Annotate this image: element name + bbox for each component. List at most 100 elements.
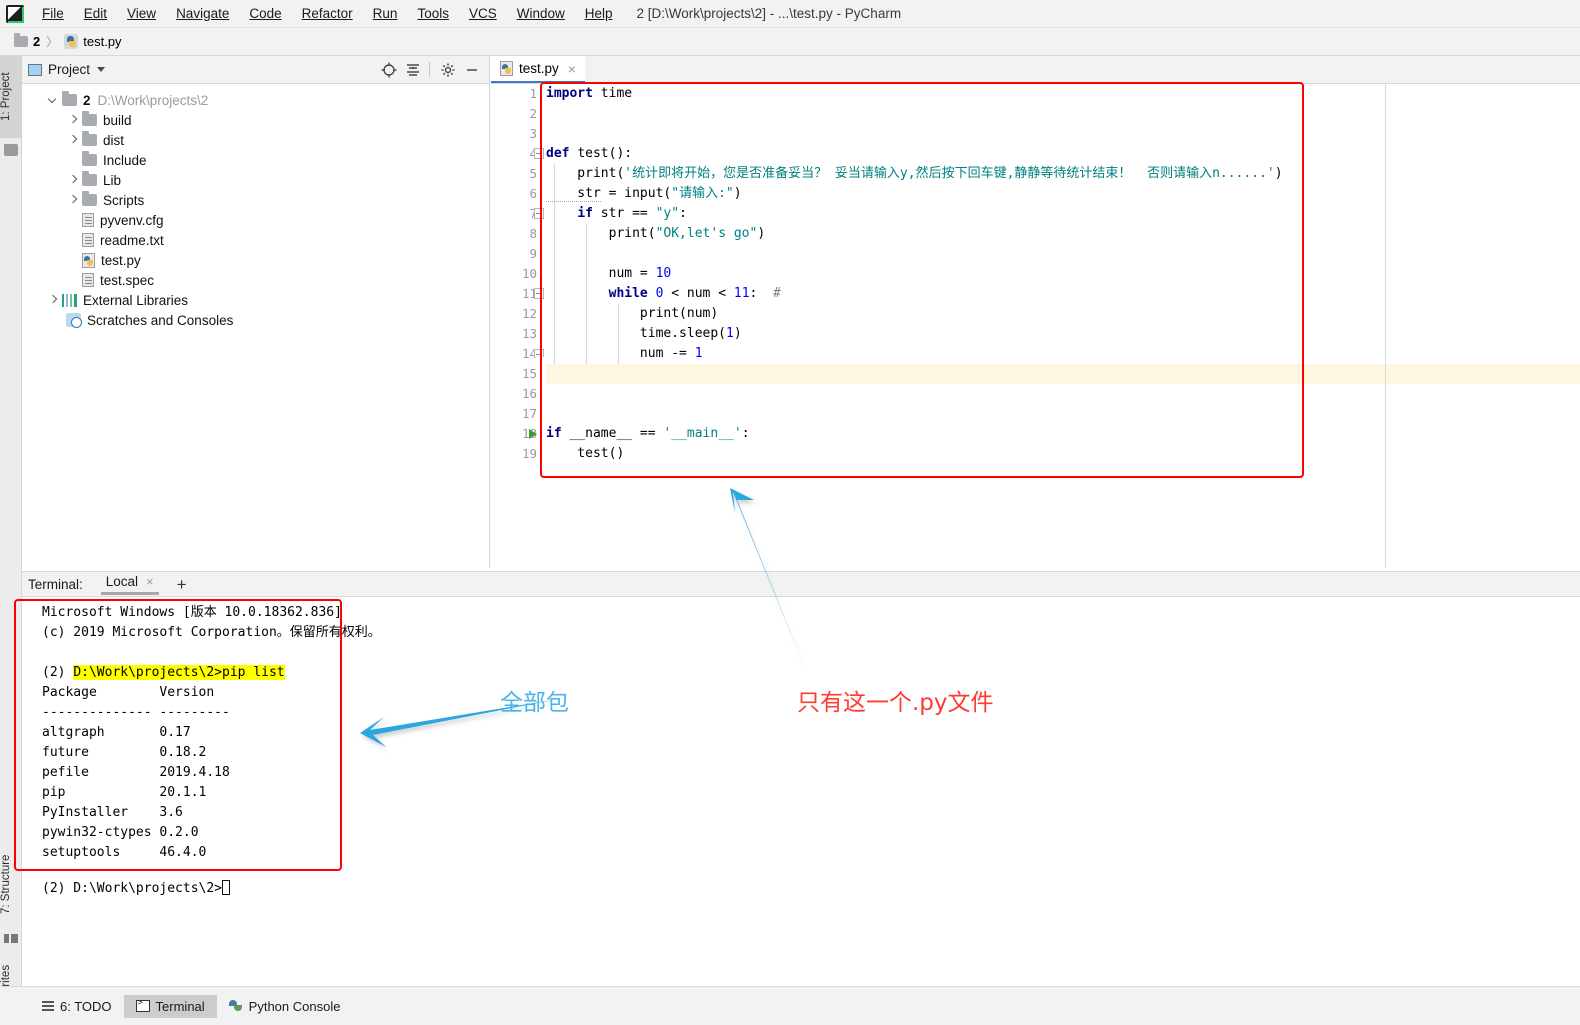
tree-item-pyvenv-cfg[interactable]: pyvenv.cfg <box>22 210 489 230</box>
locate-icon[interactable] <box>378 59 400 81</box>
python-file-icon <box>500 61 513 76</box>
run-gutter-icon[interactable] <box>529 429 537 439</box>
menu-item-vcs[interactable]: VCS <box>459 0 507 28</box>
terminal-caret <box>222 880 231 895</box>
line-number: 5 <box>529 166 537 181</box>
terminal-output[interactable]: Microsoft Windows [版本 10.0.18362.836] (c… <box>22 597 1580 986</box>
line-number: 8 <box>529 226 537 241</box>
tree-item-build[interactable]: build <box>22 110 489 130</box>
project-view-icon <box>28 63 42 76</box>
chevron-right-icon[interactable] <box>66 113 80 127</box>
menu-item-tools[interactable]: Tools <box>407 0 459 28</box>
tree-item-test-py[interactable]: test.py <box>22 250 489 270</box>
status-button-python-console[interactable]: Python Console <box>217 995 353 1018</box>
chevron-right-icon[interactable] <box>46 293 60 307</box>
structure-icon <box>4 934 18 943</box>
tree-item-project-root[interactable]: 2 D:\Work\projects\2 <box>22 90 489 110</box>
tree-item-dist[interactable]: dist <box>22 130 489 150</box>
menu-item-window[interactable]: Window <box>507 0 575 28</box>
window-title: 2 [D:\Work\projects\2] - ...\test.py - P… <box>636 6 902 21</box>
breadcrumb-project[interactable]: 2 <box>33 34 40 49</box>
sidebar-tab-structure[interactable]: 7: Structure <box>0 836 22 932</box>
code-editor[interactable]: 1 2 3 4 5 6 7 8 9 10 11 12 13 14 15 16 1… <box>491 84 1580 568</box>
tree-item-label: readme.txt <box>100 232 164 248</box>
tree-item-readme-txt[interactable]: readme.txt <box>22 230 489 250</box>
minimize-icon[interactable] <box>461 59 483 81</box>
collapse-all-icon[interactable] <box>402 59 424 81</box>
menu-item-refactor[interactable]: Refactor <box>292 0 363 28</box>
status-button-terminal[interactable]: Terminal <box>123 994 217 1018</box>
project-panel-header: Project <box>22 56 489 84</box>
terminal-tab-local[interactable]: Local × <box>100 574 159 595</box>
code-fold-end-icon[interactable] <box>534 349 544 357</box>
tree-item-label: Lib <box>103 172 122 188</box>
menu-item-edit[interactable]: Edit <box>74 0 117 28</box>
new-terminal-button[interactable]: + <box>177 576 187 593</box>
tree-item-test-spec[interactable]: test.spec <box>22 270 489 290</box>
tree-item-scripts[interactable]: Scripts <box>22 190 489 210</box>
project-tree: 2 D:\Work\projects\2 build dist Include <box>22 84 489 330</box>
menu-item-code[interactable]: Code <box>239 0 291 28</box>
chevron-right-icon[interactable] <box>66 133 80 147</box>
tree-item-include[interactable]: Include <box>22 150 489 170</box>
chevron-right-icon[interactable] <box>66 193 80 207</box>
chevron-down-icon[interactable] <box>97 67 106 72</box>
terminal-line: pywin32-ctypes 0.2.0 <box>42 825 199 840</box>
terminal-command-line: (2) D:\Work\projects\2>pip list <box>42 663 285 683</box>
menu-item-navigate[interactable]: Navigate <box>166 0 239 28</box>
code-line-5: print('统计即将开始，您是否准备妥当？ 妥当请输入y,然后按下回车键,静静… <box>546 166 1283 181</box>
sidebar-tab-project[interactable]: 1: Project <box>0 56 22 138</box>
close-icon[interactable]: × <box>146 574 154 589</box>
chevron-right-icon[interactable] <box>66 173 80 187</box>
editor-tab-test-py[interactable]: test.py × <box>491 56 585 83</box>
terminal-line: future 0.18.2 <box>42 745 207 760</box>
tree-item-label: Scripts <box>103 192 145 208</box>
folder-icon <box>82 171 97 186</box>
menu-item-help[interactable]: Help <box>575 0 623 28</box>
line-number: 12 <box>521 306 537 321</box>
menu-item-run-label: Run <box>372 5 398 21</box>
tree-item-label: dist <box>103 132 125 148</box>
document-icon <box>82 213 94 227</box>
tree-item-label: pyvenv.cfg <box>100 212 164 228</box>
status-button-terminal-label: Terminal <box>155 998 205 1014</box>
line-number: 3 <box>529 126 537 141</box>
menu-item-refactor-label: Refactor <box>301 5 353 21</box>
terminal-icon <box>135 998 150 1012</box>
annotation-label-packages: 全部包 <box>500 690 569 716</box>
tree-item-scratches-and-consoles[interactable]: Scratches and Consoles <box>22 310 489 330</box>
no-chevron-icon <box>66 153 80 167</box>
code-line-1: import time <box>546 86 633 101</box>
editor-gutter[interactable]: 1 2 3 4 5 6 7 8 9 10 11 12 13 14 15 16 1… <box>491 84 546 568</box>
breadcrumb-file[interactable]: test.py <box>83 34 121 49</box>
menu-item-window-label: Window <box>516 5 565 21</box>
terminal-line: altgraph 0.17 <box>42 725 191 740</box>
status-bar: 6: TODO Terminal Python Console <box>0 986 1580 1025</box>
menu-item-file-label: File <box>42 5 64 21</box>
menu-bar: File Edit View Navigate Code Refactor Ru… <box>0 0 1580 28</box>
menu-item-file[interactable]: File <box>32 0 74 28</box>
close-icon[interactable]: × <box>568 62 576 76</box>
terminal-line: pip 20.1.1 <box>42 785 207 800</box>
tree-item-external-libraries[interactable]: External Libraries <box>22 290 489 310</box>
chevron-down-icon[interactable] <box>46 93 60 107</box>
status-button-todo[interactable]: 6: TODO <box>30 995 124 1018</box>
code-line-7: if str == "y": <box>577 206 687 221</box>
menu-item-code-label: Code <box>249 5 282 21</box>
tree-item-lib[interactable]: Lib <box>22 170 489 190</box>
code-fold-icon[interactable] <box>534 288 544 299</box>
menu-item-run[interactable]: Run <box>363 0 408 28</box>
menu-item-view[interactable]: View <box>117 0 166 28</box>
code-fold-icon[interactable] <box>534 208 544 219</box>
terminal-label: Terminal: <box>28 576 83 592</box>
menu-item-vcs-label: VCS <box>468 5 497 21</box>
terminal-line: Package Version <box>42 685 215 700</box>
folder-icon <box>82 131 97 146</box>
project-panel: Project 2 D:\Work\projects\2 build dist … <box>22 56 490 568</box>
tree-item-label: 2 <box>83 92 91 108</box>
code-line-14: num -= 1 <box>546 346 703 361</box>
settings-gear-icon[interactable] <box>437 59 459 81</box>
code-fold-icon[interactable] <box>534 148 544 159</box>
tree-item-path: D:\Work\projects\2 <box>97 92 209 108</box>
code-text-area[interactable]: import time def test(): print('统计即将开始，您是… <box>546 84 1580 568</box>
